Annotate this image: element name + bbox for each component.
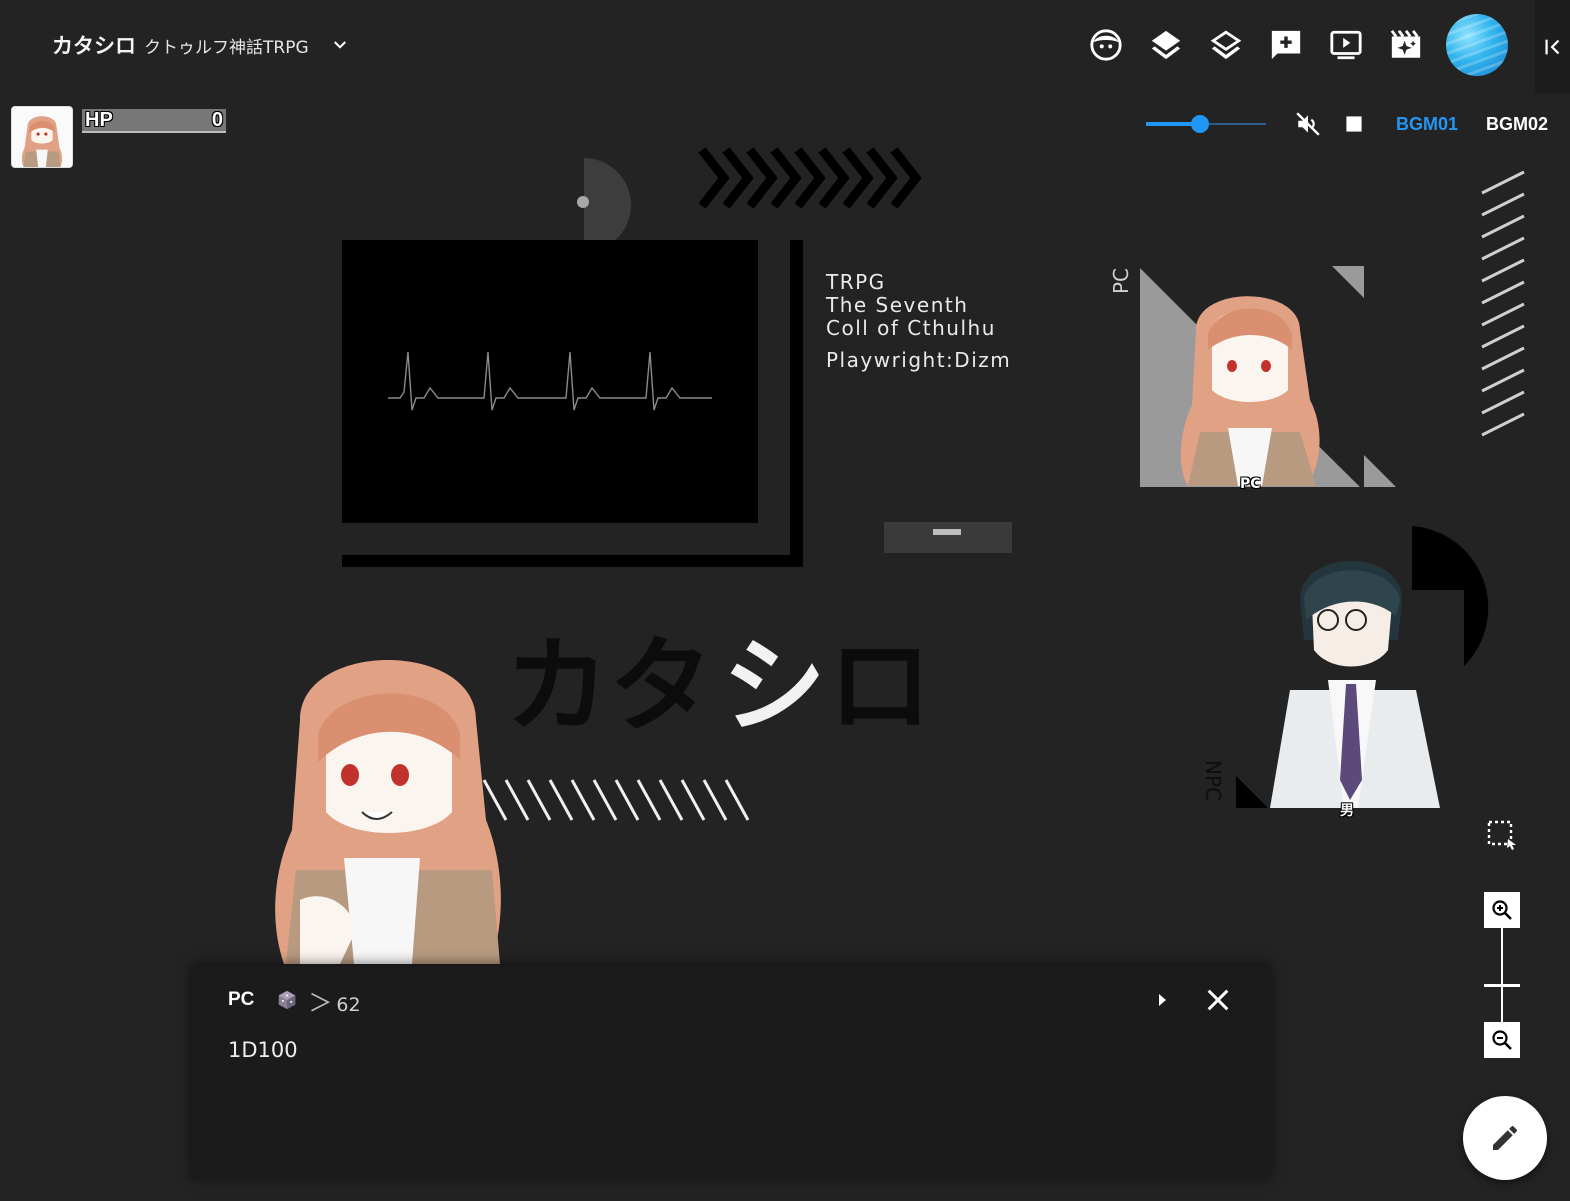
video-effects-icon — [1390, 29, 1421, 58]
zoom-in-button[interactable] — [1484, 892, 1520, 928]
screen-panel-button[interactable] — [1316, 15, 1376, 75]
volume-thumb[interactable] — [1191, 115, 1209, 133]
scenario-info-line2: The Seventh — [826, 293, 969, 317]
stop-icon — [1346, 116, 1362, 132]
zoom-out-button[interactable] — [1484, 1022, 1520, 1058]
board-note-box[interactable] — [884, 522, 1012, 553]
scene-layer-button[interactable] — [1136, 15, 1196, 75]
layers-filled-icon — [1151, 30, 1181, 60]
layers-outline-icon — [1210, 30, 1242, 60]
zoom-track[interactable] — [1501, 928, 1503, 1024]
chat-character-name[interactable]: PC — [228, 989, 254, 1011]
chevron-pattern — [698, 147, 922, 209]
disc-dot — [577, 196, 589, 208]
chat-message-input[interactable]: 1D100 — [228, 1038, 1228, 1158]
bgm-controls: BGM01 BGM02 — [1128, 96, 1570, 152]
result-arrow: ＞ — [308, 988, 333, 1017]
dice-result-value: 62 — [336, 993, 361, 1016]
slash-pattern — [482, 779, 750, 821]
face-icon — [1090, 29, 1122, 61]
pc-side-label: PC — [1109, 268, 1133, 294]
monitor-frame-bottom — [342, 555, 803, 567]
edit-fab-button[interactable] — [1463, 1096, 1547, 1180]
mute-button[interactable] — [1288, 104, 1328, 144]
send-arrow-icon[interactable] — [1150, 988, 1174, 1012]
toolbar — [1076, 14, 1508, 76]
zoom-handle[interactable] — [1484, 984, 1520, 987]
volume-slider[interactable] — [1146, 112, 1266, 136]
npc-card-label: 男 — [1340, 803, 1354, 819]
room-subtitle: クトゥルフ神話TRPG — [144, 38, 309, 58]
zoom-in-icon — [1492, 900, 1512, 920]
hp-gauge: HP 0 — [82, 109, 226, 133]
add-note-button[interactable] — [1256, 15, 1316, 75]
add-comment-icon — [1271, 30, 1301, 60]
avatar-image — [12, 107, 72, 167]
chat-panel: PC ＞ 62 1D100 — [192, 966, 1270, 1180]
scenario-info-line3: Coll of Cthulhu — [826, 316, 996, 340]
bgm-tab-2[interactable]: BGM02 — [1472, 114, 1562, 135]
volume-off-icon — [1296, 112, 1320, 136]
select-area-icon[interactable] — [1484, 815, 1520, 851]
pc-card[interactable] — [1140, 266, 1396, 487]
character-button[interactable] — [1076, 15, 1136, 75]
pc-card-label: PC — [1240, 476, 1261, 492]
room-title-button[interactable]: カタシロ クトゥルフ神話TRPG — [52, 30, 349, 60]
board-title-text: カタ — [505, 625, 713, 747]
scenario-info-line1: TRPG — [826, 270, 886, 294]
board-title-shi: シ — [722, 625, 826, 747]
hp-value: 0 — [211, 108, 223, 131]
close-icon[interactable] — [1202, 984, 1234, 1016]
zoom-control — [1484, 892, 1520, 1060]
pencil-icon — [1493, 1126, 1517, 1150]
half-disc-shape — [584, 158, 631, 252]
slideshow-icon — [1330, 30, 1362, 60]
first-page-icon — [1544, 39, 1559, 55]
dice-result: ＞ 62 — [308, 983, 360, 1018]
room-name: カタシロ — [52, 34, 136, 58]
chat-header: PC ＞ 62 — [228, 986, 361, 1017]
board-title-ro: ロ — [828, 625, 932, 747]
user-avatar[interactable] — [1446, 14, 1508, 76]
monitor-frame-right — [790, 240, 803, 567]
zoom-out-icon — [1492, 1030, 1512, 1050]
effect-button[interactable] — [1376, 15, 1436, 75]
hp-label: HP — [85, 108, 113, 131]
app-header: カタシロ クトゥルフ神話TRPG — [0, 0, 1570, 94]
dice-icon — [279, 990, 296, 1010]
drawer-toggle-button[interactable] — [1535, 0, 1570, 94]
right-hatch-pattern — [1481, 170, 1525, 437]
bgm-tab-1[interactable]: BGM01 — [1382, 114, 1472, 135]
npc-side-label: NPC — [1201, 760, 1225, 801]
npc-card[interactable] — [1236, 518, 1529, 808]
character-token-avatar[interactable] — [11, 106, 73, 168]
scenario-info-line4: Playwright:Dizm — [826, 348, 1012, 372]
main-character-standee[interactable] — [275, 660, 501, 964]
layer-button[interactable] — [1196, 15, 1256, 75]
stop-button[interactable] — [1334, 104, 1374, 144]
chevron-down-icon — [333, 41, 346, 49]
